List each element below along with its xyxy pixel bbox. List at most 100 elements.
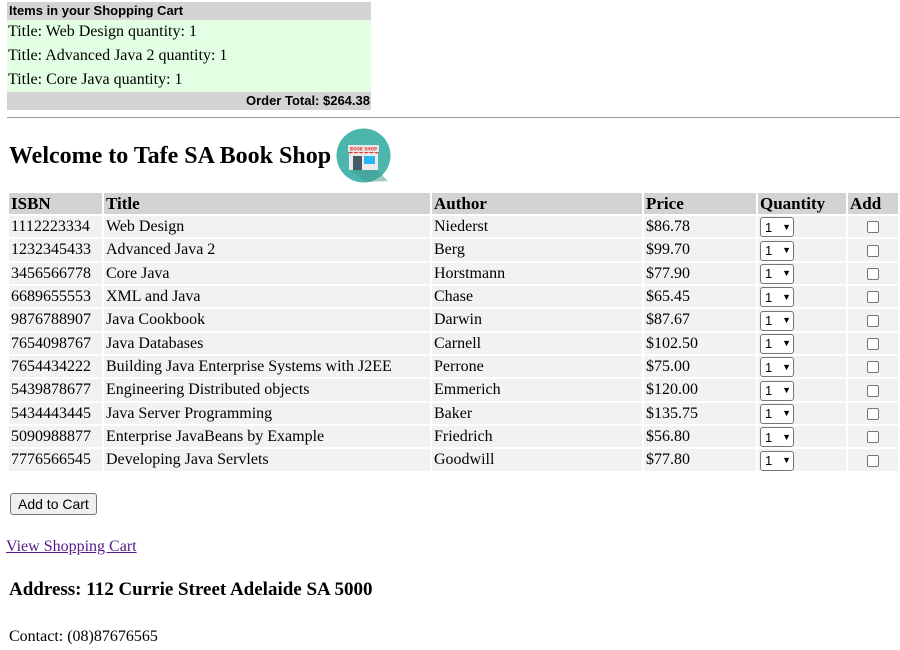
isbn-cell: 7776566545 xyxy=(9,449,102,471)
price-cell: $75.00 xyxy=(644,355,756,378)
add-checkbox[interactable] xyxy=(867,454,879,467)
quantity-select[interactable]: 1 ▼ xyxy=(760,240,794,261)
table-row: 6689655553 XML and Java Chase $65.45 1 ▼ xyxy=(9,285,898,308)
add-cell xyxy=(848,332,898,354)
chevron-down-icon: ▼ xyxy=(782,455,791,466)
table-row: 5434443445 Java Server Programming Baker $1… xyxy=(9,402,898,424)
quantity-select[interactable]: 1 ▼ xyxy=(760,427,794,448)
chevron-down-icon: ▼ xyxy=(782,315,791,326)
quantity-select[interactable]: 1 ▼ xyxy=(760,333,794,354)
chevron-down-icon: ▼ xyxy=(782,361,791,372)
quantity-cell: 1 ▼ xyxy=(758,355,846,378)
quantity-select[interactable]: 1 ▼ xyxy=(760,287,794,308)
table-header-row: ISBN Title Author Price Quantity Add xyxy=(9,193,898,214)
add-cell xyxy=(848,239,898,261)
column-header-price: Price xyxy=(644,193,756,214)
add-checkbox[interactable] xyxy=(867,338,879,351)
title-cell: Core Java xyxy=(104,262,430,284)
title-cell: Java Cookbook xyxy=(104,309,430,331)
add-cell xyxy=(848,425,898,448)
quantity-cell: 1 ▼ xyxy=(758,262,846,284)
cart-item: Title: Advanced Java 2 quantity: 1 xyxy=(7,44,371,68)
chevron-down-icon: ▼ xyxy=(782,385,791,396)
author-cell: Berg xyxy=(432,239,642,261)
table-row: 9876788907 Java Cookbook Darwin $87.67 1 ▼ xyxy=(9,309,898,331)
quantity-select[interactable]: 1 ▼ xyxy=(760,357,794,378)
quantity-select[interactable]: 1 ▼ xyxy=(760,380,794,401)
quantity-select[interactable]: 1 ▼ xyxy=(760,263,794,284)
table-row: 5090988877 Enterprise JavaBeans by Exampl… xyxy=(9,425,898,448)
quantity-cell: 1 ▼ xyxy=(758,216,846,238)
price-cell: $77.90 xyxy=(644,262,756,284)
chevron-down-icon: ▼ xyxy=(782,408,791,419)
add-cell xyxy=(848,449,898,471)
price-cell: $86.78 xyxy=(644,216,756,238)
cart-heading: Items in your Shopping Cart xyxy=(7,2,371,20)
add-checkbox[interactable] xyxy=(867,221,879,234)
add-cell xyxy=(848,402,898,424)
add-cell xyxy=(848,355,898,378)
quantity-select[interactable]: 1 ▼ xyxy=(760,310,794,331)
quantity-value: 1 xyxy=(765,336,773,352)
author-cell: Horstmann xyxy=(432,262,642,284)
add-cell xyxy=(848,216,898,238)
add-checkbox[interactable] xyxy=(867,384,879,397)
shopping-cart-summary: Items in your Shopping Cart Title: Web D… xyxy=(7,2,371,110)
add-checkbox[interactable] xyxy=(867,244,879,257)
shop-sign-text: BOOK SHOP xyxy=(350,147,377,152)
add-checkbox[interactable] xyxy=(867,408,879,421)
title-cell: Developing Java Servlets xyxy=(104,449,430,471)
column-header-isbn: ISBN xyxy=(9,193,102,214)
title-cell: Advanced Java 2 xyxy=(104,239,430,261)
add-checkbox[interactable] xyxy=(867,431,879,444)
author-cell: Niederst xyxy=(432,216,642,238)
add-checkbox[interactable] xyxy=(867,361,879,374)
table-row: 7654434222 Building Java Enterprise Syste… xyxy=(9,355,898,378)
quantity-value: 1 xyxy=(765,289,773,305)
table-row: 7654098767 Java Databases Carnell $102.50 1 ▼ xyxy=(9,332,898,354)
quantity-select[interactable]: 1 ▼ xyxy=(760,450,794,471)
add-checkbox[interactable] xyxy=(867,291,879,304)
add-to-cart-button[interactable]: Add to Cart xyxy=(10,493,97,515)
quantity-cell: 1 ▼ xyxy=(758,239,846,261)
quantity-value: 1 xyxy=(765,453,773,469)
add-checkbox[interactable] xyxy=(867,268,879,281)
chevron-down-icon: ▼ xyxy=(782,338,791,349)
quantity-value: 1 xyxy=(765,359,773,375)
order-total: Order Total: $264.38 xyxy=(7,92,371,110)
chevron-down-icon: ▼ xyxy=(782,245,791,256)
shop-address: Address: 112 Currie Street Adelaide SA 5… xyxy=(9,579,373,600)
add-checkbox[interactable] xyxy=(867,314,879,327)
books-table: ISBN Title Author Price Quantity Add 111… xyxy=(7,191,900,473)
add-cell xyxy=(848,309,898,331)
quantity-cell: 1 ▼ xyxy=(758,402,846,424)
author-cell: Darwin xyxy=(432,309,642,331)
isbn-cell: 5090988877 xyxy=(9,425,102,448)
quantity-select[interactable]: 1 ▼ xyxy=(760,217,794,238)
column-header-author: Author xyxy=(432,193,642,214)
add-cell xyxy=(848,285,898,308)
horizontal-rule xyxy=(7,117,900,118)
isbn-cell: 9876788907 xyxy=(9,309,102,331)
quantity-value: 1 xyxy=(765,266,773,282)
title-cell: Java Databases xyxy=(104,332,430,354)
title-cell: Building Java Enterprise Systems with J2… xyxy=(104,355,430,378)
shop-contact: Contact: (08)87676565 xyxy=(9,628,158,645)
price-cell: $87.67 xyxy=(644,309,756,331)
author-cell: Baker xyxy=(432,402,642,424)
quantity-value: 1 xyxy=(765,313,773,329)
chevron-down-icon: ▼ xyxy=(782,291,791,302)
author-cell: Goodwill xyxy=(432,449,642,471)
price-cell: $99.70 xyxy=(644,239,756,261)
view-shopping-cart-link[interactable]: View Shopping Cart xyxy=(6,538,137,556)
price-cell: $65.45 xyxy=(644,285,756,308)
isbn-cell: 7654434222 xyxy=(9,355,102,378)
chevron-down-icon: ▼ xyxy=(782,268,791,279)
table-row: 7776566545 Developing Java Servlets Goodwi… xyxy=(9,449,898,471)
column-header-title: Title xyxy=(104,193,430,214)
quantity-select[interactable]: 1 ▼ xyxy=(760,403,794,424)
column-header-quantity: Quantity xyxy=(758,193,846,214)
isbn-cell: 1232345433 xyxy=(9,239,102,261)
title-cell: Java Server Programming xyxy=(104,402,430,424)
isbn-cell: 5439878677 xyxy=(9,379,102,401)
